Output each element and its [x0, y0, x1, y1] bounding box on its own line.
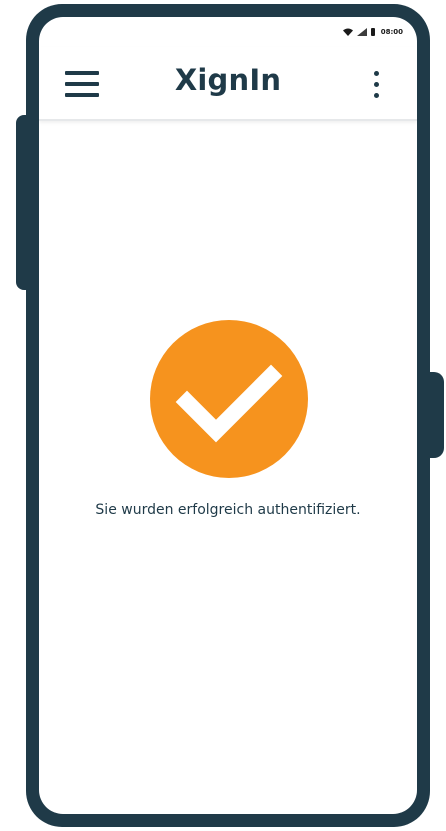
signal-icon — [356, 28, 367, 36]
phone-frame: 08:00 XignIn Sie wurden erfolgreich auth… — [26, 4, 430, 827]
device-mockup: 08:00 XignIn Sie wurden erfolgreich auth… — [0, 0, 446, 831]
more-vert-icon — [374, 71, 379, 76]
checkmark-icon — [175, 364, 283, 443]
battery-icon — [370, 28, 375, 36]
more-options-button[interactable] — [369, 69, 385, 101]
app-title: XignIn — [174, 63, 282, 97]
app-bar: XignIn — [39, 47, 417, 121]
success-message: Sie wurden erfolgreich authentifiziert. — [95, 502, 361, 518]
status-time: 08:00 — [380, 28, 403, 36]
phone-screen: 08:00 XignIn Sie wurden erfolgreich auth… — [39, 17, 417, 814]
success-indicator — [150, 320, 308, 478]
status-bar: 08:00 — [39, 17, 417, 47]
wifi-icon — [342, 28, 353, 36]
